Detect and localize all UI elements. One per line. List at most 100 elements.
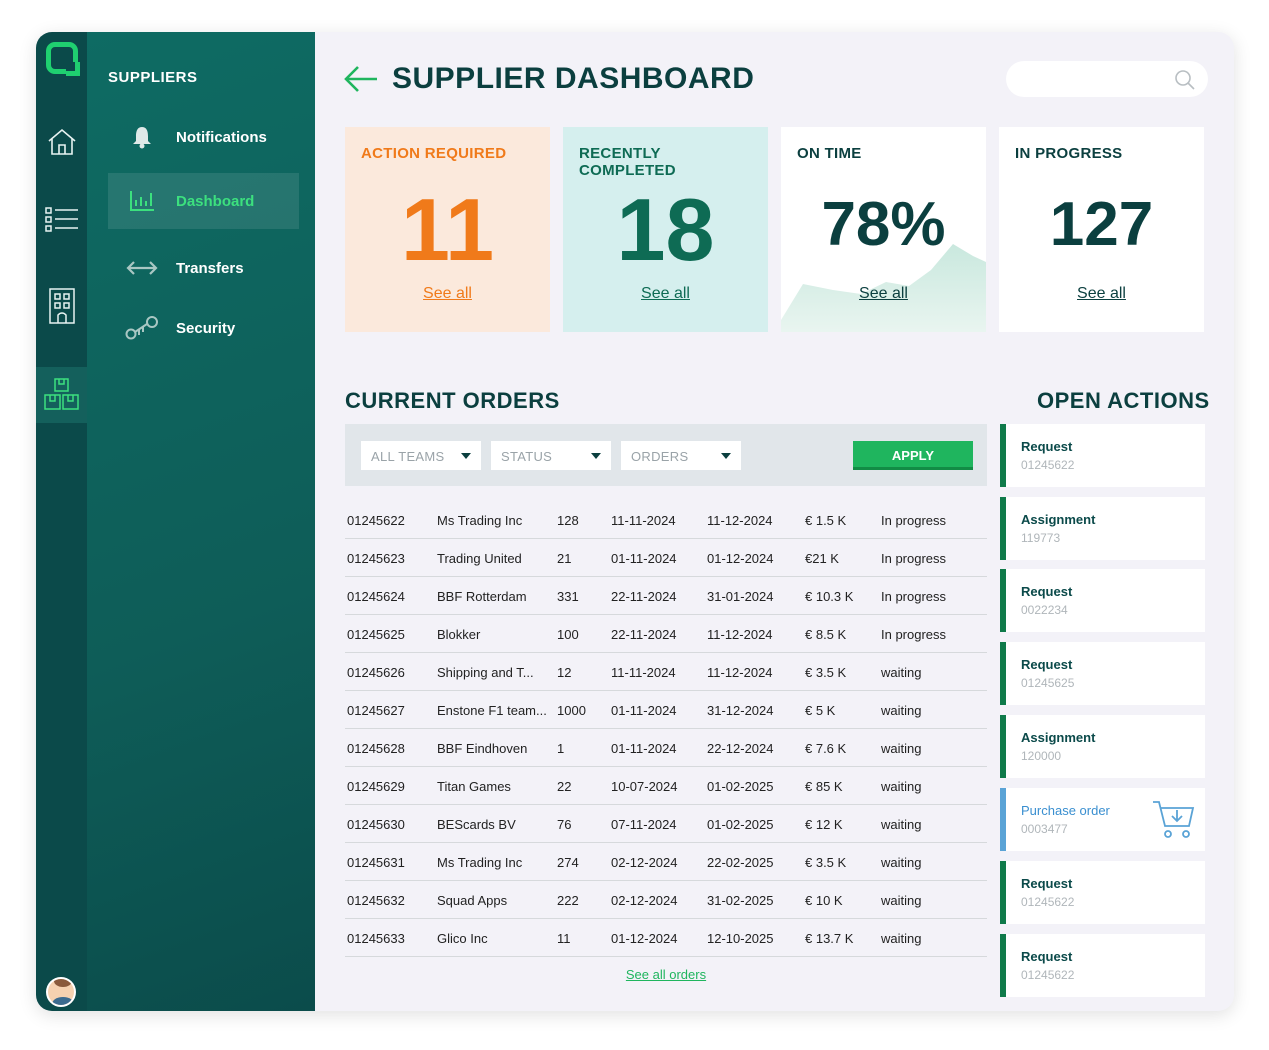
table-cell: 11-11-2024 <box>611 665 676 680</box>
table-cell: 01245626 <box>347 665 405 680</box>
stat-value: 11 <box>400 180 495 279</box>
teams-dropdown[interactable]: ALL TEAMS <box>361 441 481 470</box>
table-cell: € 1.5 K <box>805 513 847 528</box>
table-cell: 01-02-2025 <box>707 817 774 832</box>
caret-down-icon <box>461 453 471 459</box>
stat-label: ON TIME <box>797 145 862 162</box>
search-icon[interactable] <box>1174 69 1196 96</box>
table-cell: 222 <box>557 893 579 908</box>
see-all-link[interactable]: See all <box>781 285 986 303</box>
see-all-link[interactable]: See all <box>563 285 768 303</box>
user-avatar[interactable] <box>46 977 76 1007</box>
table-cell: 21 <box>557 551 572 566</box>
see-all-orders-link[interactable]: See all orders <box>345 967 987 982</box>
table-cell: 01245631 <box>347 855 405 870</box>
table-row[interactable]: 01245633 Glico Inc 11 01-12-2024 12-10-2025 €… <box>345 919 987 957</box>
table-row[interactable]: 01245623 Trading United 21 01-11-2024 01-12-… <box>345 539 987 577</box>
table-cell: In progress <box>881 627 947 642</box>
stat-value: 127 <box>1049 190 1154 259</box>
table-cell: 11-12-2024 <box>707 665 773 680</box>
key-icon <box>108 314 176 342</box>
table-cell: 31-02-2025 <box>707 893 774 908</box>
table-cell: € 10.3 K <box>805 589 854 604</box>
action-type: Assignment <box>1021 512 1096 527</box>
table-cell: waiting <box>881 893 922 908</box>
sidebar-item-transfers[interactable]: Transfers <box>108 240 299 296</box>
building-icon[interactable] <box>36 278 87 334</box>
table-row[interactable]: 01245622 Ms Trading Inc 128 11-11-2024 11-12… <box>345 501 987 539</box>
table-row[interactable]: 01245631 Ms Trading Inc 274 02-12-2024 22-02… <box>345 843 987 881</box>
status-dropdown[interactable]: STATUS <box>491 441 611 470</box>
action-type: Request <box>1021 876 1073 891</box>
stat-label: IN PROGRESS <box>1015 145 1123 162</box>
table-cell: 22 <box>557 779 572 794</box>
action-type: Request <box>1021 439 1073 454</box>
table-cell: 100 <box>557 627 579 642</box>
action-id: 0022234 <box>1021 603 1068 617</box>
table-row[interactable]: 01245628 BBF Eindhoven 1 01-11-2024 22-12-20… <box>345 729 987 767</box>
table-cell: Trading United <box>437 551 522 566</box>
open-action-item[interactable]: Request 01245622 <box>1000 934 1205 997</box>
table-cell: 31-12-2024 <box>707 703 774 718</box>
action-type: Request <box>1021 949 1073 964</box>
table-cell: 01245622 <box>347 513 405 528</box>
apply-button[interactable]: APPLY <box>853 441 973 470</box>
table-cell: € 13.7 K <box>805 931 854 946</box>
open-action-item[interactable]: Purchase order 0003477 <box>1000 788 1205 851</box>
table-cell: 01245624 <box>347 589 405 604</box>
stat-card-action-required: ACTION REQUIRED 11 See all <box>345 127 550 332</box>
open-action-item[interactable]: Assignment 120000 <box>1000 715 1205 778</box>
table-row[interactable]: 01245630 BEScards BV 76 07-11-2024 01-02-202… <box>345 805 987 843</box>
orders-dropdown[interactable]: ORDERS <box>621 441 741 470</box>
action-id: 119773 <box>1021 531 1061 545</box>
table-cell: waiting <box>881 703 922 718</box>
open-action-item[interactable]: Request 01245622 <box>1000 861 1205 924</box>
sidebar-item-security[interactable]: Security <box>108 300 299 356</box>
table-cell: 76 <box>557 817 572 832</box>
search-bar[interactable] <box>1006 61 1208 97</box>
table-cell: 01-12-2024 <box>611 931 678 946</box>
boxes-icon[interactable] <box>36 367 87 423</box>
transfer-arrows-icon <box>108 258 176 278</box>
table-cell: 12-10-2025 <box>707 931 774 946</box>
open-action-item[interactable]: Request 0022234 <box>1000 569 1205 632</box>
list-icon[interactable] <box>36 192 87 248</box>
sidebar-item-notifications[interactable]: Notifications <box>108 109 299 165</box>
cart-download-icon <box>1151 798 1195 845</box>
open-action-item[interactable]: Request 01245625 <box>1000 642 1205 705</box>
search-input[interactable] <box>1022 61 1172 97</box>
sidebar: SUPPLIERS Notifications Dashboard Transf… <box>87 32 315 1011</box>
back-arrow-icon[interactable] <box>343 64 379 99</box>
table-cell: € 10 K <box>805 893 843 908</box>
table-cell: 11 <box>557 931 571 946</box>
table-row[interactable]: 01245632 Squad Apps 222 02-12-2024 31-02-202… <box>345 881 987 919</box>
table-cell: 10-07-2024 <box>611 779 678 794</box>
table-cell: BBF Eindhoven <box>437 741 528 756</box>
table-cell: In progress <box>881 513 947 528</box>
stat-card-recently-completed: RECENTLY COMPLETED 18 See all <box>563 127 768 332</box>
see-all-link[interactable]: See all <box>345 285 550 303</box>
home-icon[interactable] <box>36 114 87 170</box>
sidebar-item-dashboard[interactable]: Dashboard <box>108 173 299 229</box>
table-cell: € 3.5 K <box>805 665 847 680</box>
table-row[interactable]: 01245625 Blokker 100 22-11-2024 11-12-2024 € … <box>345 615 987 653</box>
action-type: Assignment <box>1021 730 1096 745</box>
app-frame: SUPPLIERS Notifications Dashboard Transf… <box>36 32 1234 1011</box>
caret-down-icon <box>721 453 731 459</box>
table-row[interactable]: 01245629 Titan Games 22 10-07-2024 01-02-202… <box>345 767 987 805</box>
filter-bar: ALL TEAMS STATUS ORDERS APPLY <box>345 424 987 486</box>
open-action-item[interactable]: Assignment 119773 <box>1000 497 1205 560</box>
table-cell: Squad Apps <box>437 893 508 908</box>
table-cell: Ms Trading Inc <box>437 513 523 528</box>
table-cell: 01245632 <box>347 893 405 908</box>
table-cell: 22-12-2024 <box>707 741 774 756</box>
see-all-link[interactable]: See all <box>999 285 1204 303</box>
logo-icon[interactable] <box>46 42 78 74</box>
icon-rail <box>36 32 87 1011</box>
open-action-item[interactable]: Request 01245622 <box>1000 424 1205 487</box>
table-cell: 01-11-2024 <box>611 703 677 718</box>
table-row[interactable]: 01245627 Enstone F1 team... 1000 01-11-2024… <box>345 691 987 729</box>
table-row[interactable]: 01245626 Shipping and T... 12 11-11-2024 11-… <box>345 653 987 691</box>
table-row[interactable]: 01245624 BBF Rotterdam 331 22-11-2024 31-01-… <box>345 577 987 615</box>
table-cell: 331 <box>557 589 579 604</box>
